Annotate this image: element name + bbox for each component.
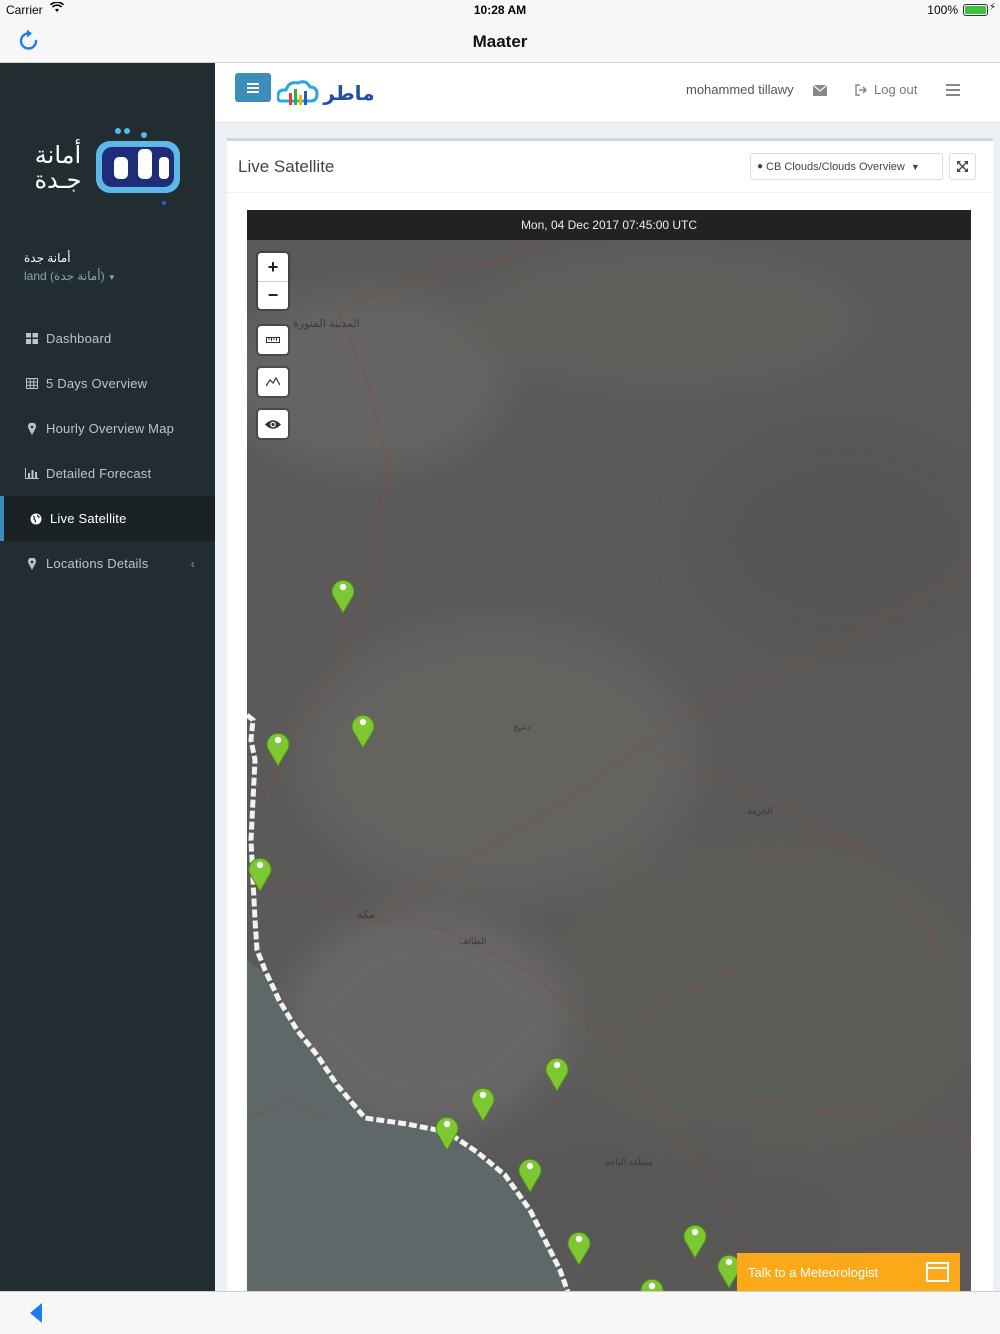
satellite-map[interactable]: Mon, 04 Dec 2017 07:45:00 UTC المدينة ال… [247, 210, 971, 1291]
user-role-dropdown[interactable]: land (أمانة جدة) ▼ [24, 269, 116, 283]
location-marker-icon[interactable] [518, 1155, 542, 1193]
svg-text:أمانة: أمانة [35, 139, 81, 169]
chevron-left-icon[interactable]: ‹ [191, 557, 195, 571]
back-arrow-icon[interactable] [28, 1302, 46, 1324]
live-satellite-panel: Live Satellite ● CB Clouds/Clouds Overvi… [227, 138, 993, 1291]
sidebar-item-label: Dashboard [46, 331, 112, 346]
sidebar-item-live-satellite[interactable]: Live Satellite [0, 496, 215, 541]
navigation-bar: Maater [0, 20, 1000, 63]
sidebar-item-label: Locations Details [46, 556, 149, 571]
fullscreen-button[interactable] [949, 153, 976, 180]
battery-percent: 100% [927, 3, 958, 17]
sidebar-item-detailed-forecast[interactable]: Detailed Forecast [0, 451, 215, 496]
sidebar-item-hourly-overview-map[interactable]: Hourly Overview Map [0, 406, 215, 451]
svg-text:ماطر: ماطر [322, 81, 374, 105]
hamburger-icon [247, 82, 259, 93]
user-menu[interactable]: mohammed tillawy [686, 82, 794, 97]
location-marker-icon[interactable] [248, 854, 272, 892]
zoom-out-button[interactable]: − [258, 281, 288, 309]
location-marker-icon[interactable] [331, 576, 355, 614]
eye-icon [265, 419, 281, 429]
charging-icon: ⚡ [988, 2, 996, 13]
location-marker-icon[interactable] [351, 711, 375, 749]
sidebar-item-locations-details[interactable]: Locations Details ‹ [0, 541, 215, 586]
elevation-profile-button[interactable] [258, 368, 288, 396]
sidebar-item-dashboard[interactable]: Dashboard [0, 316, 215, 361]
dashboard-icon [24, 332, 40, 346]
location-marker-icon[interactable] [435, 1113, 459, 1151]
caret-down-icon: ▼ [107, 273, 116, 282]
menu-toggle-button[interactable] [235, 73, 271, 102]
location-marker-icon[interactable] [471, 1084, 495, 1122]
sidebar: أمانة جـدة أمانة جدة land (أمانة جدة) ▼ … [0, 63, 215, 1291]
location-marker-icon[interactable] [567, 1228, 591, 1266]
map-label-madinah: المدينة المنورة [293, 318, 360, 330]
logout-link[interactable]: Log out [874, 82, 917, 97]
chat-window-icon [926, 1262, 949, 1282]
table-icon [24, 377, 40, 391]
zoom-in-button[interactable]: + [258, 253, 288, 281]
list-menu-icon[interactable] [946, 83, 960, 96]
map-marker-icon [24, 422, 40, 436]
battery-icon [963, 4, 988, 16]
line-chart-icon [266, 377, 280, 387]
top-header: ماطر mohammed tillawy Log out [215, 63, 1000, 123]
panel-title: Live Satellite [238, 157, 335, 176]
map-label-taif: الطائف [459, 936, 487, 946]
ruler-button[interactable] [258, 326, 288, 354]
user-role-label: land (أمانة جدة) [24, 269, 105, 283]
sidebar-item-label: Live Satellite [50, 511, 127, 526]
sign-out-icon[interactable] [855, 83, 868, 96]
sidebar-item-label: 5 Days Overview [46, 376, 148, 391]
sidebar-menu: Dashboard 5 Days Overview Hourly Overvie… [0, 316, 215, 586]
panel-header: Live Satellite ● CB Clouds/Clouds Overvi… [227, 141, 993, 193]
svg-text:جـدة: جـدة [34, 166, 81, 194]
sidebar-item-5-days-overview[interactable]: 5 Days Overview [0, 361, 215, 406]
bar-chart-icon [24, 467, 40, 481]
layer-select-label: CB Clouds/Clouds Overview [766, 160, 905, 173]
location-marker-icon[interactable] [683, 1221, 707, 1259]
caret-down-icon: ▼ [910, 161, 920, 172]
map-label-khurmah: الخرمة [747, 806, 773, 816]
maater-logo[interactable]: ماطر [276, 71, 377, 111]
bottom-toolbar [0, 1291, 1000, 1334]
user-name: أمانة جدة [24, 251, 71, 265]
map-marker-icon [24, 557, 40, 571]
layer-select-dropdown[interactable]: ● CB Clouds/Clouds Overview ▼ [750, 153, 943, 180]
talk-to-meteorologist-button[interactable]: Talk to a Meteorologist [737, 1253, 960, 1291]
zoom-control: + − [258, 253, 288, 309]
map-terrain [247, 240, 971, 1291]
sidebar-item-label: Detailed Forecast [46, 466, 152, 481]
expand-icon [957, 161, 968, 172]
visibility-control [258, 410, 288, 438]
clock: 10:28 AM [473, 3, 527, 17]
status-bar: Carrier 10:28 AM 100% ⚡ [0, 0, 1000, 20]
main-content: ماطر mohammed tillawy Log out Live Satel… [215, 63, 1000, 1291]
measure-control [258, 326, 288, 354]
elevation-control [258, 368, 288, 396]
map-label-makkah: مكة [357, 909, 375, 921]
globe-icon [28, 512, 44, 526]
envelope-icon[interactable] [812, 83, 828, 96]
location-marker-icon[interactable] [545, 1054, 569, 1092]
location-marker-icon[interactable] [640, 1275, 664, 1291]
ruler-icon [266, 337, 280, 343]
map-timestamp: Mon, 04 Dec 2017 07:45:00 UTC [247, 210, 971, 240]
location-marker-icon[interactable] [266, 729, 290, 767]
page-title: Maater [472, 32, 528, 51]
globe-icon: ● [757, 161, 764, 172]
map-label-baha: منطقة الباحة [605, 1157, 653, 1167]
cta-label: Talk to a Meteorologist [748, 1264, 879, 1280]
map-label-dahah: دعيج [513, 722, 531, 732]
sidebar-item-label: Hourly Overview Map [46, 421, 175, 436]
toggle-visibility-button[interactable] [258, 410, 288, 438]
